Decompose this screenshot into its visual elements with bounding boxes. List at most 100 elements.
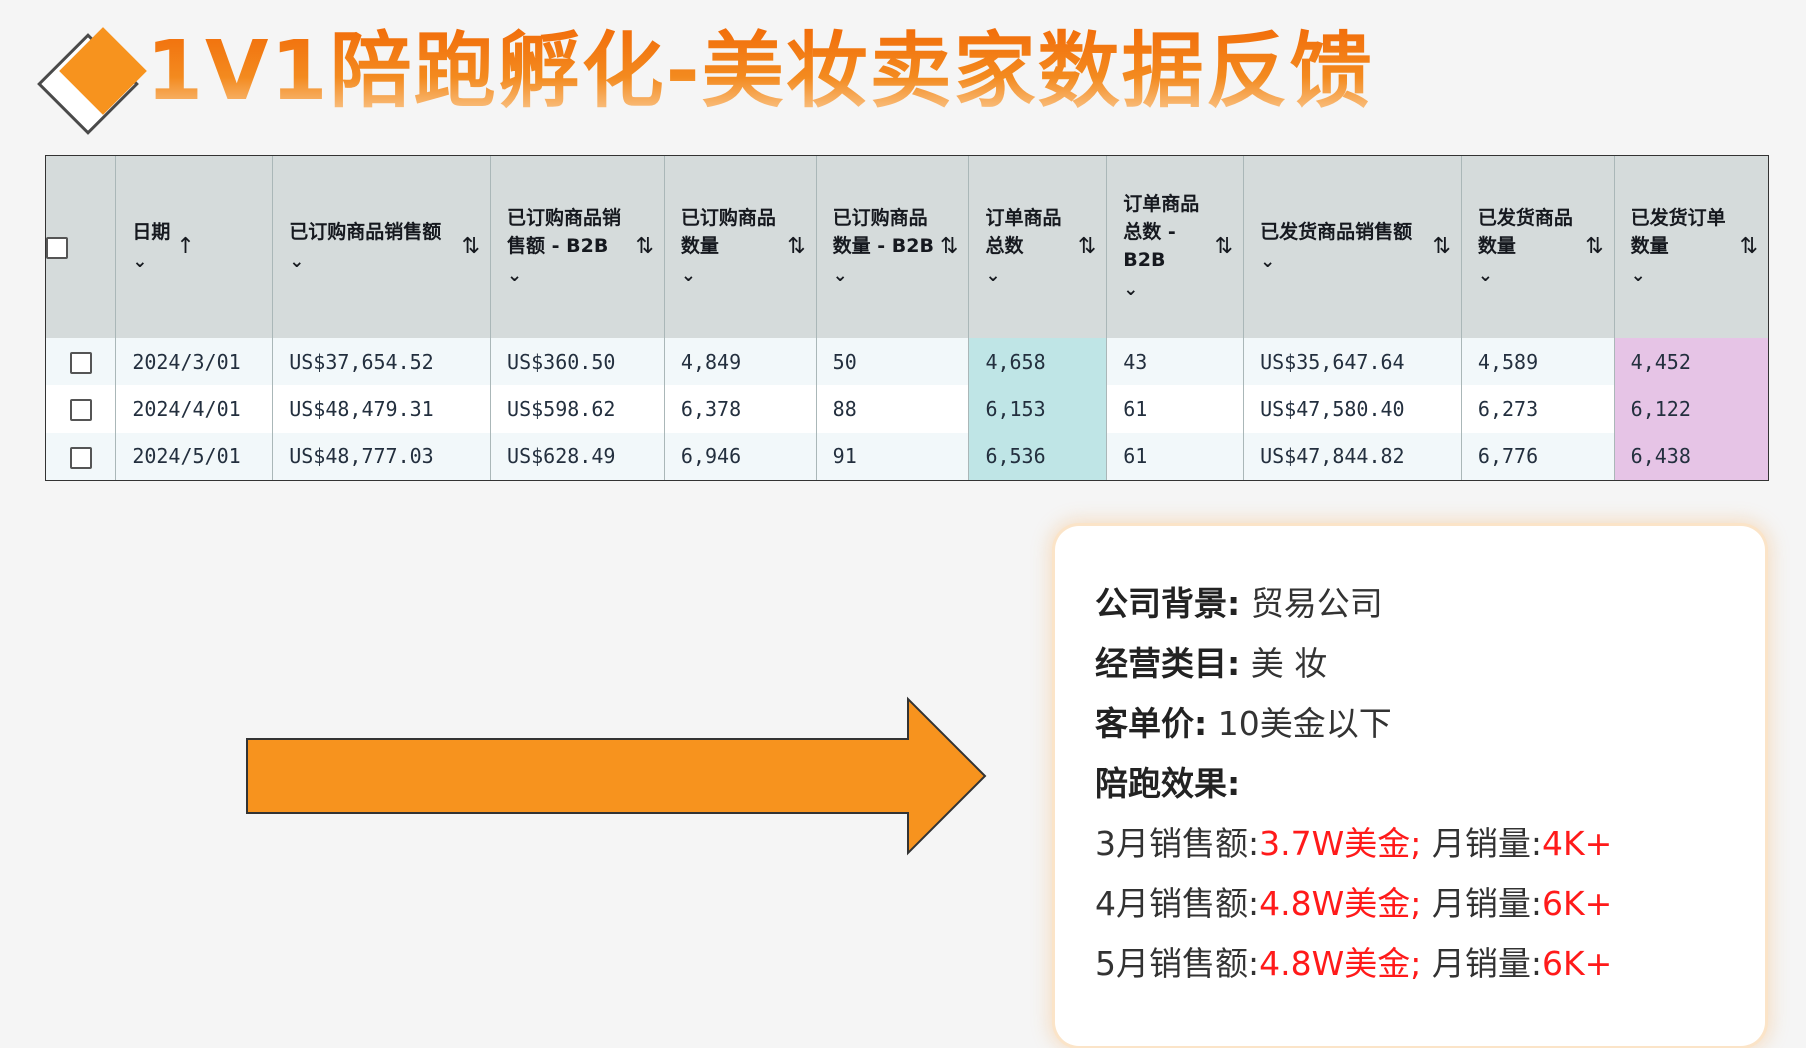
sort-icon[interactable]: ⇅	[635, 233, 653, 261]
price-value: 10美金以下	[1217, 704, 1392, 743]
result-line: 5月销售额:4.8W美金; 月销量:6K+	[1095, 934, 1725, 994]
column-header-shipped-units[interactable]: 已发货商品数量 ⌄ ⇅	[1461, 156, 1615, 338]
sort-icon[interactable]: ⇅	[1432, 233, 1450, 261]
table-cell-highlight: 6,153	[968, 385, 1108, 433]
column-header-order-items[interactable]: 订单商品总数 ⌄ ⇅	[968, 156, 1108, 338]
chevron-down-icon[interactable]: ⌄	[289, 248, 441, 276]
price-label: 客单价:	[1095, 704, 1208, 743]
month-sales-value: 4.8W美金;	[1259, 944, 1422, 983]
chevron-down-icon[interactable]: ⌄	[132, 248, 170, 276]
chevron-down-icon[interactable]: ⌄	[985, 262, 1071, 290]
table-cell: US$47,844.82	[1243, 432, 1462, 480]
sort-icon[interactable]: ⇅	[462, 233, 480, 261]
table-row: 2024/3/01 US$37,654.52 US$360.50 4,849 5…	[46, 338, 1768, 386]
row-select-cell	[46, 338, 117, 386]
month-volume-value: 6K+	[1541, 884, 1613, 923]
row-checkbox[interactable]	[69, 399, 92, 422]
column-header-date[interactable]: 日期 ⌄ ↑	[115, 156, 274, 338]
row-select-cell	[46, 385, 117, 433]
month-volume-label: 月销量:	[1431, 944, 1542, 983]
header-row: 日期 ⌄ ↑ 已订购商品销售额 ⌄ ⇅ 已订购商品销售额 - B2B ⌄ ⇅ 已订购商品数…	[46, 156, 1768, 338]
sort-icon[interactable]: ⇅	[787, 233, 805, 261]
table-cell: US$360.50	[490, 338, 665, 386]
table-cell: 2024/3/01	[115, 338, 274, 386]
right-arrow-icon	[246, 696, 987, 856]
category-value: 美 妆	[1250, 644, 1328, 683]
effect-line: 陪跑效果:	[1095, 754, 1725, 814]
chevron-down-icon[interactable]: ⌄	[833, 262, 934, 290]
table-cell: 61	[1106, 385, 1245, 433]
column-header-ordered-sales-b2b[interactable]: 已订购商品销售额 - B2B ⌄ ⇅	[490, 156, 665, 338]
table-cell: US$628.49	[490, 432, 665, 480]
chevron-down-icon[interactable]: ⌄	[681, 262, 781, 290]
row-select-cell	[46, 432, 117, 480]
sort-icon[interactable]: ⇅	[1585, 233, 1603, 261]
table-cell: 2024/5/01	[115, 432, 274, 480]
result-line: 3月销售额:3.7W美金; 月销量:4K+	[1095, 814, 1725, 874]
category-label: 经营类目:	[1095, 644, 1241, 683]
column-header-shipped-orders[interactable]: 已发货订单数量 ⌄ ⇅	[1614, 156, 1768, 338]
month-volume-label: 月销量:	[1431, 884, 1542, 923]
column-header-shipped-sales[interactable]: 已发货商品销售额 ⌄ ⇅	[1243, 156, 1462, 338]
sort-icon[interactable]: ⇅	[1215, 233, 1233, 261]
column-header-order-items-b2b[interactable]: 订单商品总数 - B2B ⌄ ⇅	[1106, 156, 1245, 338]
month-sales-label: 3月销售额:	[1095, 824, 1260, 863]
row-checkbox[interactable]	[69, 351, 92, 374]
chevron-down-icon[interactable]: ⌄	[1478, 262, 1579, 290]
select-all-checkbox[interactable]	[46, 236, 68, 259]
company-label: 公司背景:	[1095, 584, 1241, 623]
chevron-down-icon[interactable]: ⌄	[1123, 276, 1208, 304]
title-area: 1V1陪跑孵化-美妆卖家数据反馈	[18, 14, 1518, 135]
row-checkbox[interactable]	[69, 446, 92, 469]
table-cell: 61	[1106, 432, 1245, 480]
table-cell: 6,776	[1461, 432, 1615, 480]
table-cell-highlight: 6,122	[1614, 385, 1768, 433]
month-sales-value: 3.7W美金;	[1259, 824, 1422, 863]
table-cell: US$47,580.40	[1243, 385, 1462, 433]
sales-data-table: 日期 ⌄ ↑ 已订购商品销售额 ⌄ ⇅ 已订购商品销售额 - B2B ⌄ ⇅ 已订购商品数…	[45, 155, 1769, 481]
data-table: 日期 ⌄ ↑ 已订购商品销售额 ⌄ ⇅ 已订购商品销售额 - B2B ⌄ ⇅ 已订购商品数…	[46, 156, 1768, 480]
table-cell-highlight: 6,536	[968, 432, 1108, 480]
table-cell: 4,849	[664, 338, 817, 386]
sort-ascending-icon[interactable]: ↑	[176, 233, 194, 261]
table-cell-highlight: 4,452	[1614, 338, 1768, 386]
company-value: 贸易公司	[1250, 584, 1383, 623]
chevron-down-icon[interactable]: ⌄	[507, 262, 629, 290]
chevron-down-icon[interactable]: ⌄	[1631, 262, 1734, 290]
table-row: 2024/5/01 US$48,777.03 US$628.49 6,946 9…	[46, 432, 1768, 480]
table-cell: 6,946	[664, 432, 817, 480]
table-cell: US$48,479.31	[272, 385, 492, 433]
table-row: 2024/4/01 US$48,479.31 US$598.62 6,378 8…	[46, 385, 1768, 433]
column-header-ordered-sales[interactable]: 已订购商品销售额 ⌄ ⇅	[272, 156, 492, 338]
sort-icon[interactable]: ⇅	[940, 233, 958, 261]
table-cell: 2024/4/01	[115, 385, 274, 433]
table-cell: 43	[1106, 338, 1245, 386]
month-volume-value: 6K+	[1541, 944, 1613, 983]
table-cell-highlight: 6,438	[1614, 432, 1768, 480]
table-cell-highlight: 4,658	[968, 338, 1108, 386]
table-cell: US$598.62	[490, 385, 665, 433]
table-cell: US$48,777.03	[272, 432, 492, 480]
results-card: 公司背景: 贸易公司 经营类目: 美 妆 客单价: 10美金以下 陪跑效果: 3…	[1055, 526, 1765, 1046]
table-cell: 50	[816, 338, 970, 386]
month-sales-value: 4.8W美金;	[1259, 884, 1422, 923]
table-cell: US$37,654.52	[272, 338, 492, 386]
sort-icon[interactable]: ⇅	[1740, 233, 1758, 261]
sort-icon[interactable]: ⇅	[1078, 233, 1096, 261]
result-line: 4月销售额:4.8W美金; 月销量:6K+	[1095, 874, 1725, 934]
table-cell: US$35,647.64	[1243, 338, 1462, 386]
month-volume-value: 4K+	[1541, 824, 1613, 863]
column-header-ordered-units-b2b[interactable]: 已订购商品数量 - B2B ⌄ ⇅	[816, 156, 970, 338]
month-volume-label: 月销量:	[1431, 824, 1542, 863]
column-header-ordered-units[interactable]: 已订购商品数量 ⌄ ⇅	[664, 156, 817, 338]
month-sales-label: 5月销售额:	[1095, 944, 1260, 983]
month-sales-label: 4月销售额:	[1095, 884, 1260, 923]
price-line: 客单价: 10美金以下	[1095, 694, 1725, 754]
table-cell: 6,273	[1461, 385, 1615, 433]
table-cell: 91	[816, 432, 970, 480]
chevron-down-icon[interactable]: ⌄	[1260, 248, 1412, 276]
table-cell: 88	[816, 385, 970, 433]
table-cell: 4,589	[1461, 338, 1615, 386]
effect-label: 陪跑效果:	[1095, 764, 1241, 803]
select-all-cell	[46, 156, 117, 338]
